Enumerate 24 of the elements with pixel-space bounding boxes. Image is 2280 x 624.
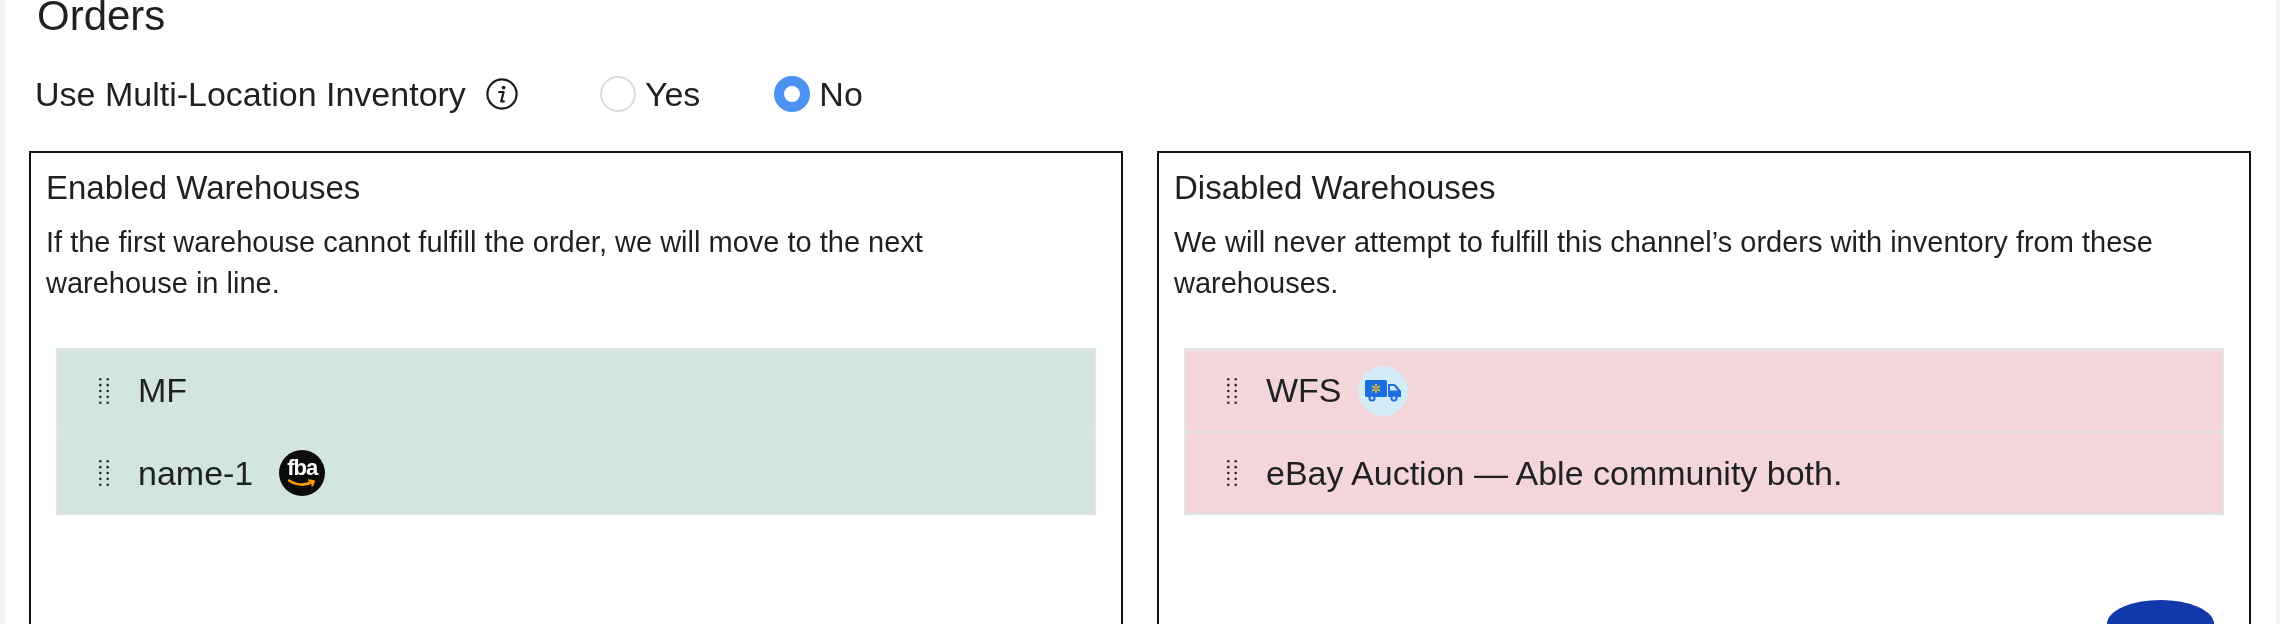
warehouse-name: MF — [138, 371, 188, 410]
warehouse-row[interactable]: MF — [58, 350, 1094, 431]
warehouse-name: WFS — [1266, 371, 1342, 410]
panel-description: We will never attempt to fulfill this channel’s orders with inventory from these warehouses. — [1174, 225, 2154, 301]
radio-label[interactable]: Yes — [644, 74, 701, 114]
drag-handle-icon[interactable] — [99, 460, 109, 486]
panel-title: Disabled Warehouses — [1174, 168, 1497, 208]
drag-handle-icon[interactable] — [1227, 460, 1237, 486]
page-title: Orders — [37, 0, 166, 31]
warehouse-row[interactable]: name-1 fba — [58, 431, 1094, 513]
warehouse-row[interactable]: WFS — [1186, 350, 2222, 431]
drag-handle-icon[interactable] — [99, 377, 109, 404]
drag-handle-icon[interactable] — [1227, 377, 1237, 404]
warehouse-name: eBay Auction — Able community both. — [1266, 453, 1843, 493]
panel-title: Enabled Warehouses — [46, 168, 362, 208]
truck-icon — [1357, 365, 1408, 416]
setting-label: Use Multi-Location Inventory — [35, 74, 466, 114]
warehouse-name: name-1 — [138, 453, 254, 493]
radio-label[interactable]: No — [819, 74, 863, 114]
panel-description: If the first warehouse cannot fulfill the order, we will move to the next warehouse in line. — [46, 225, 924, 301]
info-icon[interactable] — [485, 78, 518, 110]
fba-logo: fba — [279, 450, 326, 496]
radio-button[interactable] — [774, 76, 811, 112]
warehouse-row[interactable]: eBay Auction — Able community both. — [1186, 431, 2222, 513]
